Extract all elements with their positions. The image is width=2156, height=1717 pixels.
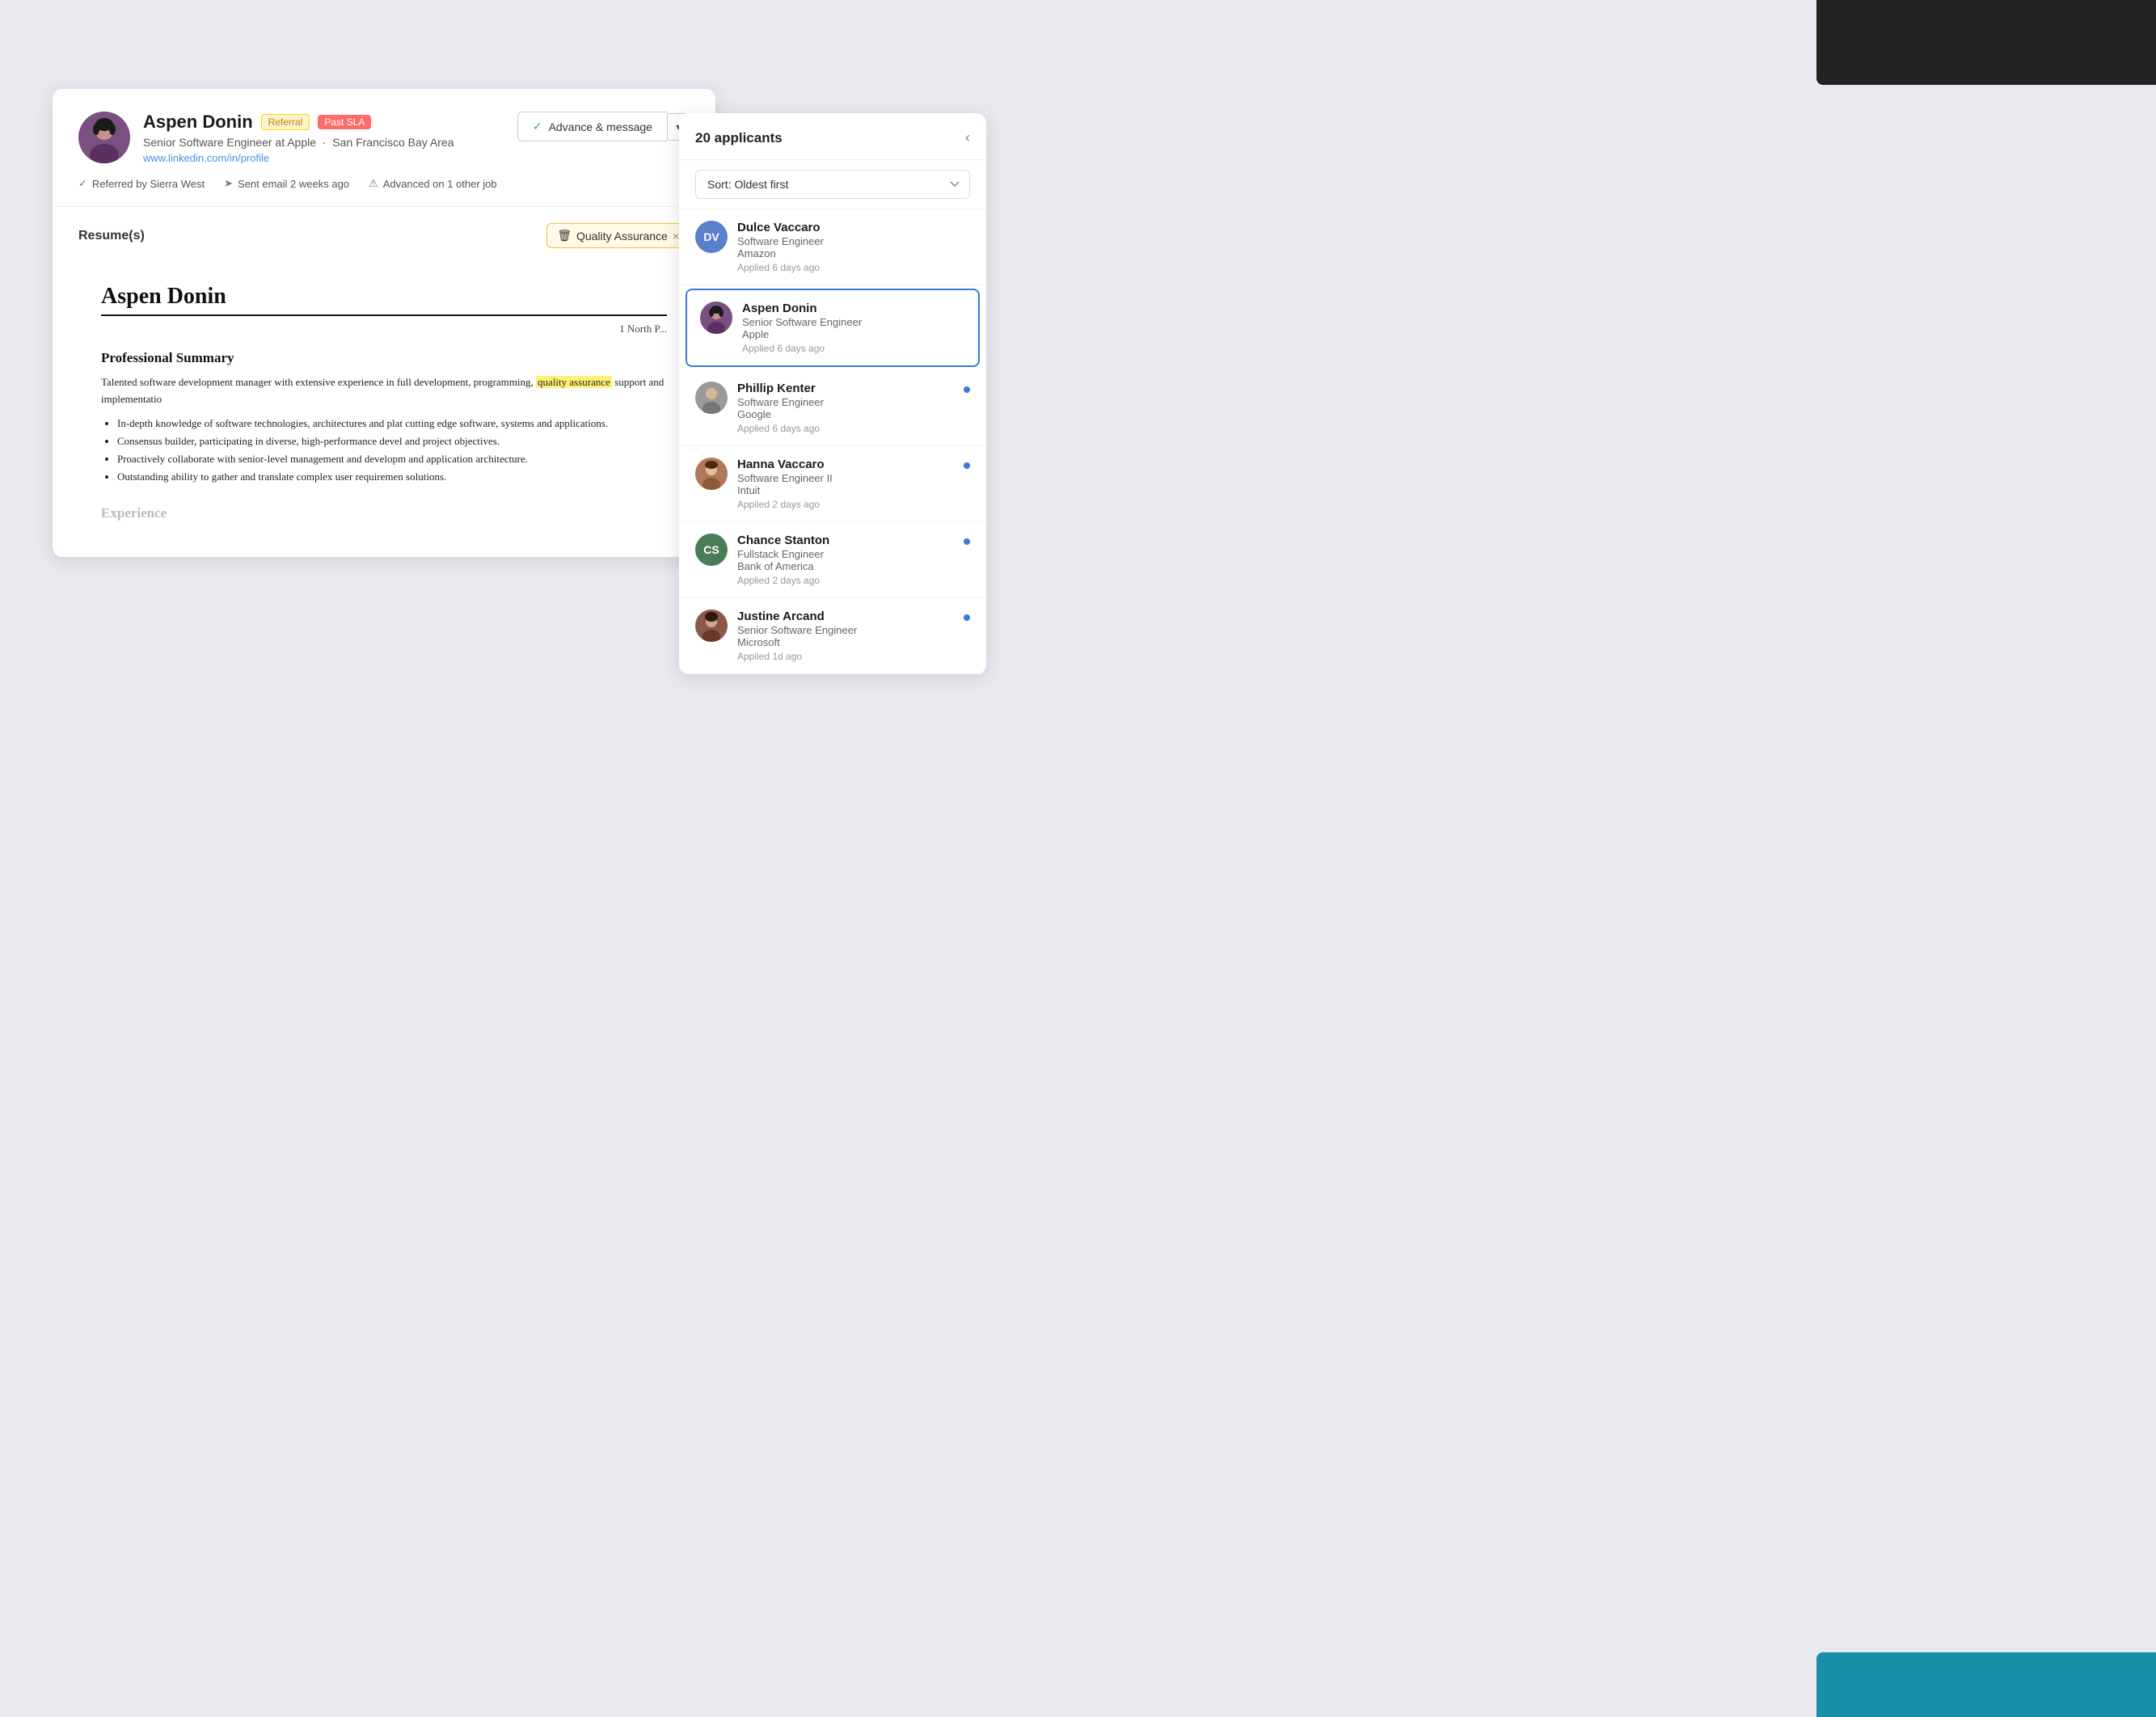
candidate-panel: Aspen Donin Referral Past SLA Senior Sof… [53, 89, 715, 557]
applicant-applied: Applied 6 days ago [737, 423, 957, 434]
advance-message-button[interactable]: ✓ Advance & message [517, 112, 667, 141]
resume-section: Resume(s) 🗑 Quality Assurance × Aspen Do… [53, 207, 715, 557]
unread-indicator [964, 614, 970, 621]
applicant-item-justine-arcand[interactable]: Justine Arcand Senior Software Engineer … [679, 598, 986, 674]
applicant-avatar: CS [695, 534, 728, 566]
applicant-item-hanna-vaccaro[interactable]: Hanna Vaccaro Software Engineer II Intui… [679, 446, 986, 522]
applicant-applied: Applied 6 days ago [737, 262, 970, 273]
unread-indicator [964, 538, 970, 545]
applicant-company: Microsoft [737, 636, 957, 648]
applicant-name: Phillip Kenter [737, 382, 957, 395]
applicant-item-chance-stanton[interactable]: CS Chance Stanton Fullstack Engineer Ban… [679, 522, 986, 598]
resume-address: 1 North P... [101, 323, 667, 335]
resume-divider [101, 314, 667, 316]
panel-header: 20 applicants ‹ [679, 113, 986, 160]
applicant-company: Bank of America [737, 560, 957, 572]
applicant-details: Hanna Vaccaro Software Engineer II Intui… [737, 458, 957, 510]
action-button-group: ✓ Advance & message ▾ [517, 112, 690, 141]
candidate-subtitle: Senior Software Engineer at Apple · San … [143, 136, 454, 149]
applicant-role: Software Engineer II [737, 472, 957, 484]
referral-badge: Referral [261, 114, 310, 130]
applicant-name: Justine Arcand [737, 610, 957, 623]
applicants-panel: 20 applicants ‹ Sort: Oldest first Sort:… [679, 113, 986, 674]
applicant-company: Apple [742, 328, 965, 340]
applicant-avatar [695, 458, 728, 490]
linkedin-link[interactable]: www.linkedin.com/in/profile [143, 152, 454, 164]
resume-header-row: Resume(s) 🗑 Quality Assurance × [78, 223, 690, 248]
check-small-icon: ✓ [78, 177, 87, 190]
applicant-details: Phillip Kenter Software Engineer Google … [737, 382, 957, 434]
sort-select[interactable]: Sort: Oldest first Sort: Newest first So… [695, 170, 970, 199]
warning-icon: ⚠ [369, 177, 378, 190]
applicant-applied: Applied 6 days ago [742, 343, 965, 354]
panel-collapse-button[interactable]: ‹ [965, 129, 970, 146]
bullet-item: Outstanding ability to gather and transl… [117, 468, 667, 486]
professional-summary-title: Professional Summary [101, 350, 667, 366]
resume-label: Resume(s) [78, 229, 145, 243]
applicant-role: Fullstack Engineer [737, 548, 957, 560]
resume-document: Aspen Donin 1 North P... Professional Su… [78, 264, 690, 541]
quality-assurance-tag: 🗑 Quality Assurance × [546, 223, 690, 248]
applicant-avatar [695, 610, 728, 642]
applicant-name: Chance Stanton [737, 534, 957, 547]
advanced-job-item: ⚠ Advanced on 1 other job [369, 177, 497, 190]
applicant-name: Aspen Donin [742, 302, 965, 315]
email-sent-item: ➤ Sent email 2 weeks ago [224, 177, 349, 190]
applicants-list: DV Dulce Vaccaro Software Engineer Amazo… [679, 209, 986, 674]
candidate-avatar [78, 112, 130, 163]
applicant-details: Justine Arcand Senior Software Engineer … [737, 610, 957, 662]
professional-summary-text: Talented software development manager wi… [101, 374, 667, 408]
applicant-applied: Applied 1d ago [737, 651, 957, 662]
applicant-applied: Applied 2 days ago [737, 499, 957, 510]
applicant-applied: Applied 2 days ago [737, 575, 957, 586]
referred-by-item: ✓ Referred by Sierra West [78, 177, 205, 190]
applicant-name: Dulce Vaccaro [737, 221, 970, 234]
applicant-details: Chance Stanton Fullstack Engineer Bank o… [737, 534, 957, 586]
bullet-item: Proactively collaborate with senior-leve… [117, 450, 667, 468]
experience-title: Experience [101, 505, 667, 521]
applicant-company: Amazon [737, 247, 970, 259]
trash-icon: 🗑 [557, 229, 572, 243]
resume-candidate-name: Aspen Donin [101, 284, 667, 310]
bullet-item: Consensus builder, participating in dive… [117, 432, 667, 450]
candidate-meta-row: ✓ Referred by Sierra West ➤ Sent email 2… [78, 177, 690, 190]
applicant-name: Hanna Vaccaro [737, 458, 957, 471]
bullet-item: In-depth knowledge of software technolog… [117, 415, 667, 432]
candidate-header: Aspen Donin Referral Past SLA Senior Sof… [53, 89, 715, 207]
sla-badge: Past SLA [318, 115, 371, 129]
applicant-details: Dulce Vaccaro Software Engineer Amazon A… [737, 221, 970, 273]
applicant-company: Google [737, 408, 957, 420]
resume-bullets: In-depth knowledge of software technolog… [117, 415, 667, 486]
applicant-role: Software Engineer [737, 235, 970, 247]
highlight-quality-assurance: quality assurance [536, 376, 612, 388]
applicant-role: Software Engineer [737, 396, 957, 408]
email-icon: ➤ [224, 177, 233, 190]
candidate-info: Aspen Donin Referral Past SLA Senior Sof… [143, 112, 454, 164]
unread-indicator [964, 462, 970, 469]
sort-row: Sort: Oldest first Sort: Newest first So… [679, 160, 986, 209]
applicant-role: Senior Software Engineer [737, 624, 957, 636]
qa-tag-close-button[interactable]: × [673, 230, 679, 243]
check-icon: ✓ [533, 120, 542, 133]
unread-indicator [964, 386, 970, 393]
applicant-role: Senior Software Engineer [742, 316, 965, 328]
applicant-item-dulce-vaccaro[interactable]: DV Dulce Vaccaro Software Engineer Amazo… [679, 209, 986, 285]
applicant-item-aspen-donin[interactable]: Aspen Donin Senior Software Engineer App… [686, 289, 980, 367]
applicant-item-phillip-kenter[interactable]: Phillip Kenter Software Engineer Google … [679, 370, 986, 446]
applicant-company: Intuit [737, 484, 957, 496]
applicant-avatar [695, 382, 728, 414]
applicant-avatar [700, 302, 732, 334]
candidate-name: Aspen Donin Referral Past SLA [143, 112, 454, 133]
applicant-avatar: DV [695, 221, 728, 253]
panel-title: 20 applicants [695, 130, 783, 146]
applicant-details: Aspen Donin Senior Software Engineer App… [742, 302, 965, 354]
